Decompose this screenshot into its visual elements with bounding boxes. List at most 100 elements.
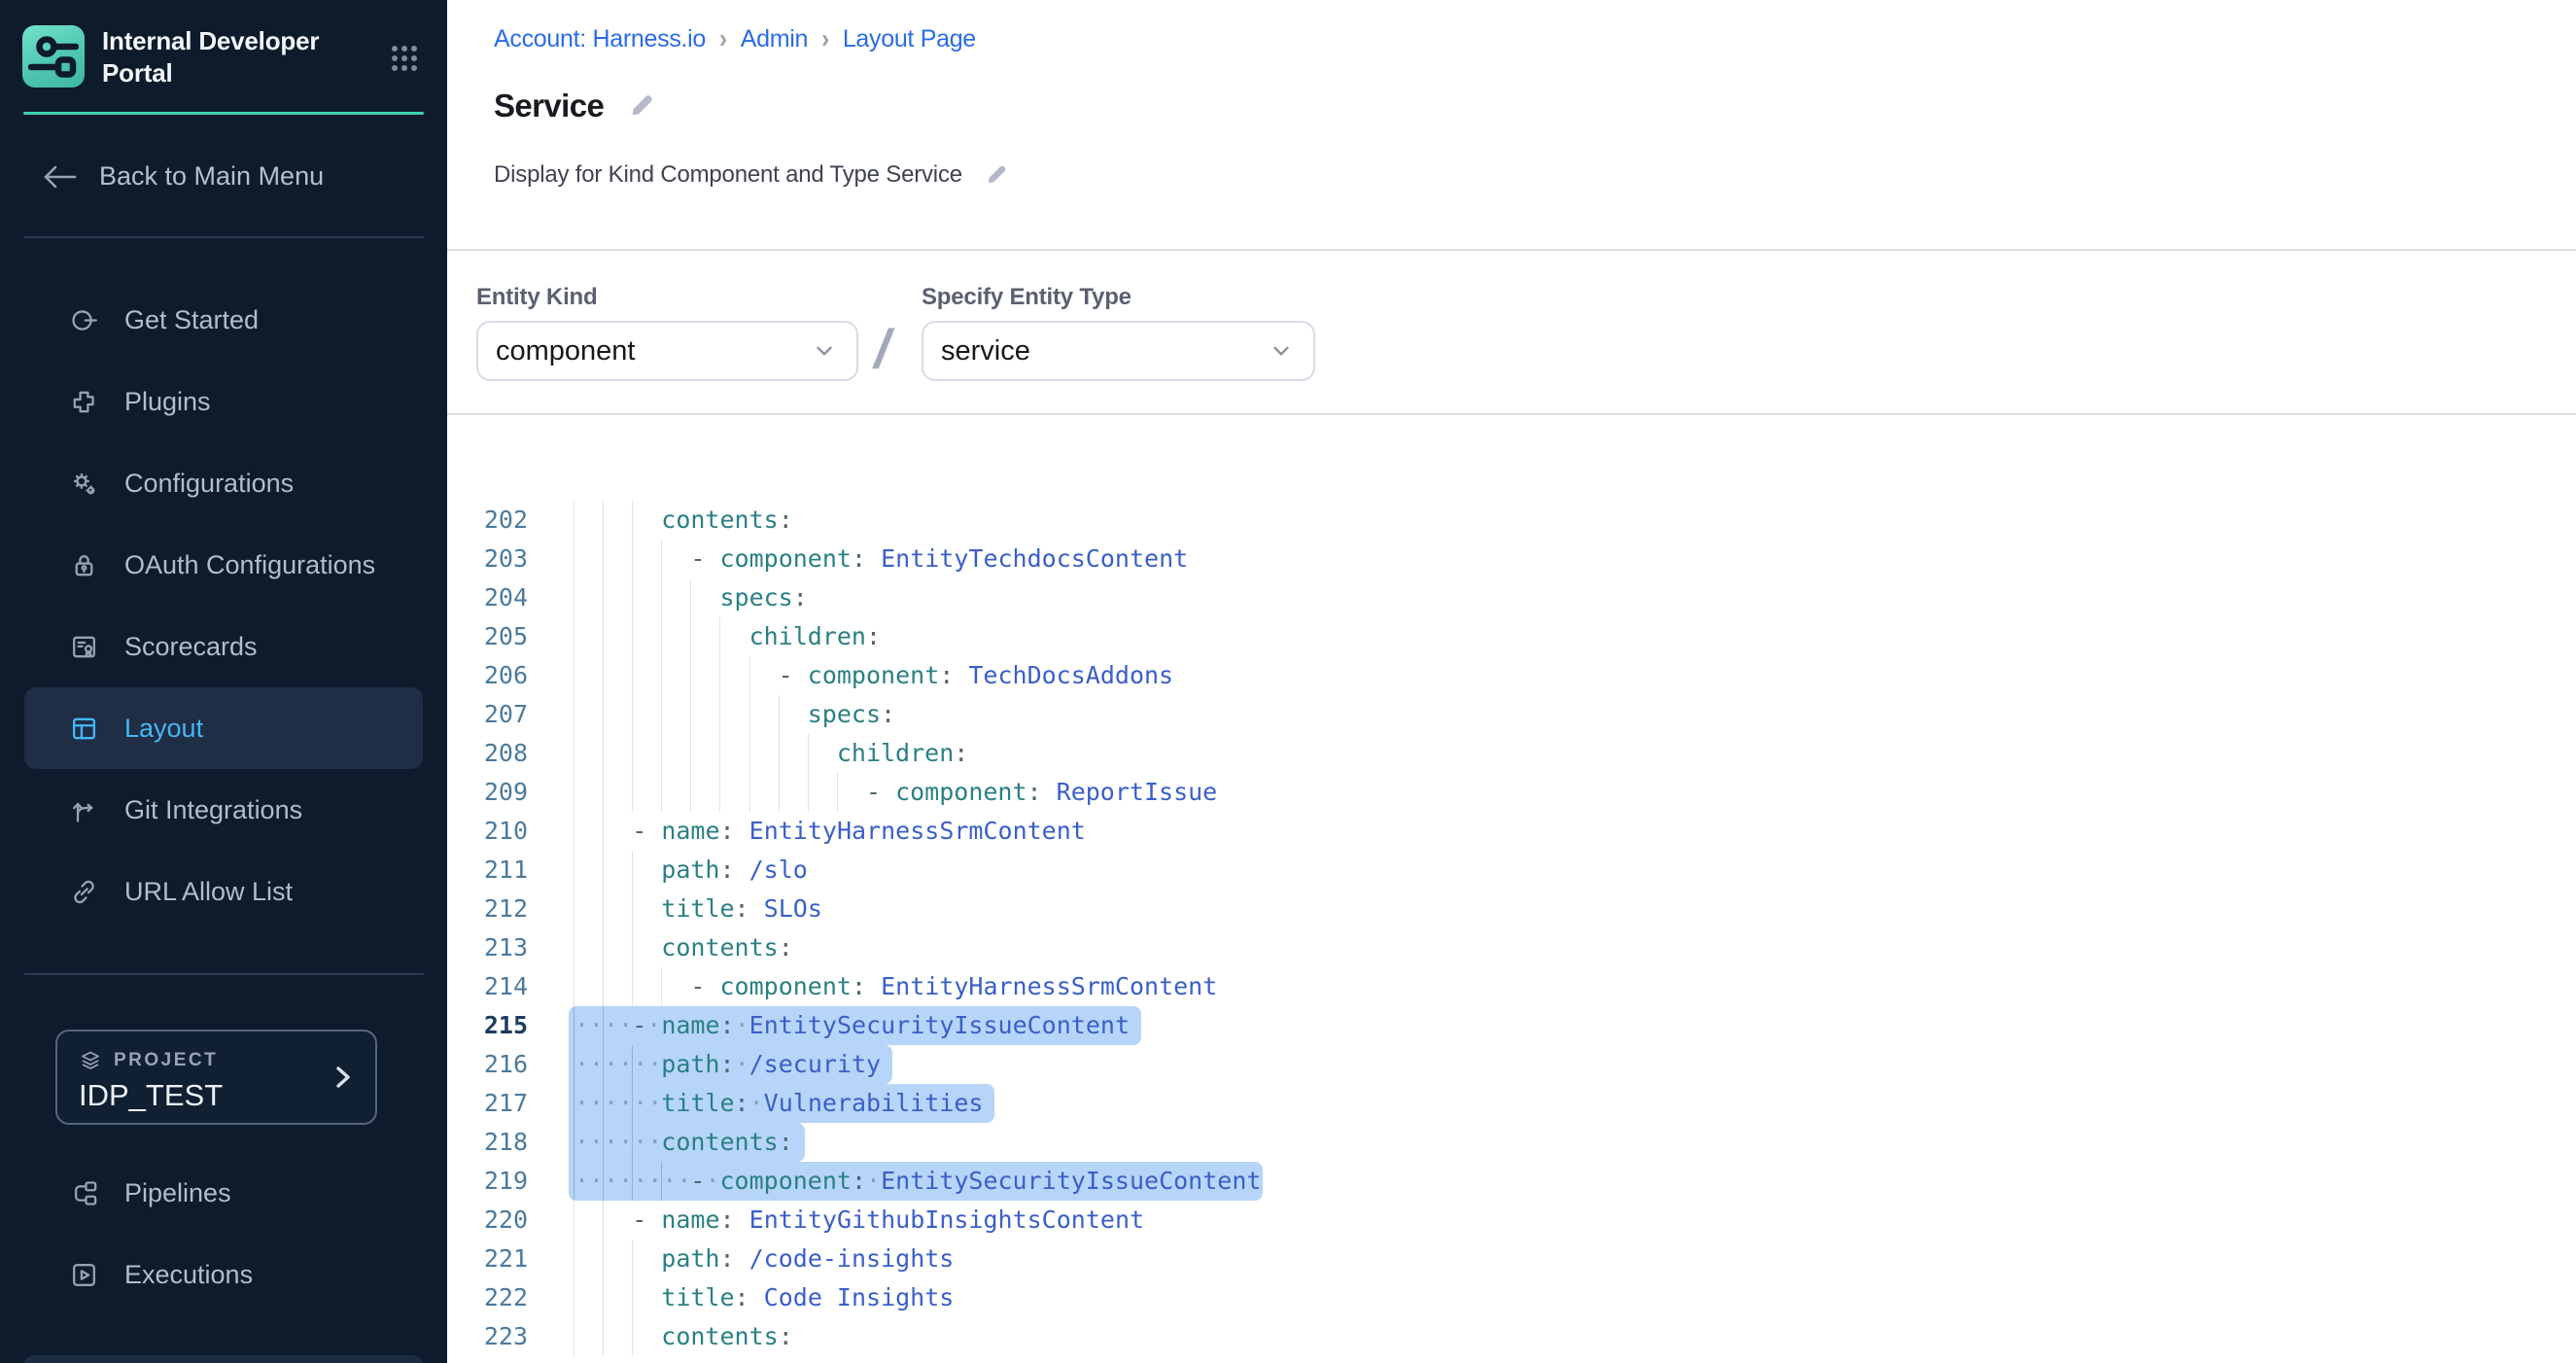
line-number: 210: [447, 812, 528, 851]
code-line[interactable]: 206 - component: TechDocsAddons: [447, 656, 2576, 695]
code-line-text: children:: [574, 617, 881, 656]
entity-kind-value: component: [496, 335, 636, 367]
project-name: IDP_TEST: [79, 1078, 354, 1113]
code-line[interactable]: 222 title: Code Insights: [447, 1278, 2576, 1317]
sidebar-item-label: OAuth Configurations: [124, 550, 375, 580]
line-number: 211: [447, 851, 528, 890]
code-line[interactable]: 213 contents:: [447, 928, 2576, 967]
code-line[interactable]: 218······contents:: [447, 1123, 2576, 1162]
line-number: 215: [447, 1006, 528, 1045]
code-line[interactable]: 216······path:·/security: [447, 1045, 2576, 1084]
sidebar-item-label: URL Allow List: [124, 877, 293, 907]
plugin-icon: [69, 387, 99, 417]
sidebar-header: Internal Developer Portal: [0, 0, 447, 89]
chevron-right-icon: [331, 1063, 356, 1092]
code-line[interactable]: 207 specs:: [447, 695, 2576, 734]
code-line[interactable]: 210 - name: EntityHarnessSrmContent: [447, 812, 2576, 851]
code-line[interactable]: 202 contents:: [447, 501, 2576, 540]
breadcrumb: Account: Harness.io›Admin›Layout Page: [494, 25, 976, 53]
code-line-text: - component: TechDocsAddons: [574, 656, 1173, 695]
entity-type-select[interactable]: service: [922, 321, 1315, 381]
line-number: 212: [447, 890, 528, 928]
layout-icon: [69, 714, 99, 744]
sidebar-footer-edge: [24, 1355, 423, 1363]
line-number: 206: [447, 656, 528, 695]
code-line-text: - component: EntityTechdocsContent: [574, 540, 1188, 578]
flow-sliders-icon: [28, 31, 79, 82]
line-number: 203: [447, 540, 528, 578]
line-number: 222: [447, 1278, 528, 1317]
idp-logo: [22, 25, 85, 87]
code-line[interactable]: 208 children:: [447, 734, 2576, 773]
sidebar-item-label: Scorecards: [124, 632, 258, 662]
code-line-text: children:: [574, 734, 968, 773]
sidebar-item-scorecards[interactable]: Scorecards: [24, 606, 423, 687]
line-number: 202: [447, 501, 528, 540]
entity-kind-select[interactable]: component: [476, 321, 858, 381]
breadcrumb-item[interactable]: Layout Page: [843, 25, 976, 53]
code-line-text: ······contents:: [574, 1123, 793, 1162]
code-line-text: ······title:·Vulnerabilities: [574, 1084, 983, 1123]
code-line[interactable]: 203 - component: EntityTechdocsContent: [447, 540, 2576, 578]
entity-type-value: service: [941, 335, 1030, 367]
scorecard-icon: [69, 632, 99, 662]
branch-icon: [69, 795, 99, 825]
sidebar-item-label: Pipelines: [124, 1178, 231, 1208]
sidebar-item-url-allow-list[interactable]: URL Allow List: [24, 851, 423, 932]
edit-subtitle-pencil-icon[interactable]: [984, 162, 1009, 188]
code-line-text: ········-·component:·EntitySecurityIssue…: [574, 1162, 1261, 1201]
code-line[interactable]: 223 contents:: [447, 1317, 2576, 1356]
code-line[interactable]: 219 ········-·component:·EntitySecurityIs…: [447, 1162, 2576, 1201]
sidebar-item-executions[interactable]: Executions: [24, 1234, 423, 1315]
sidebar-bottom-nav: Pipelines Executions: [0, 1152, 447, 1315]
header-divider: [447, 249, 2576, 251]
code-line-text: - name: EntityHarnessSrmContent: [574, 812, 1086, 851]
code-line[interactable]: 211 path: /slo: [447, 851, 2576, 890]
breadcrumb-item[interactable]: Admin: [741, 25, 808, 53]
stack-icon: [79, 1049, 102, 1072]
code-line[interactable]: 205 children:: [447, 617, 2576, 656]
main-content: Account: Harness.io›Admin›Layout Page Se…: [447, 0, 2576, 1363]
sidebar-item-label: Git Integrations: [124, 795, 302, 825]
edit-title-pencil-icon[interactable]: [627, 91, 656, 121]
code-line[interactable]: 214 - component: EntityHarnessSrmContent: [447, 967, 2576, 1006]
code-line-text: contents:: [574, 928, 793, 967]
code-line[interactable]: 204 specs:: [447, 578, 2576, 617]
code-line-text: ····-·name:·EntitySecurityIssueContent: [574, 1006, 1130, 1045]
sidebar-item-git-integrations[interactable]: Git Integrations: [24, 769, 423, 851]
form-divider: [447, 413, 2576, 415]
chevron-down-icon: [812, 338, 837, 364]
code-line[interactable]: 212 title: SLOs: [447, 890, 2576, 928]
sidebar-divider: [23, 973, 424, 975]
line-number: 221: [447, 1240, 528, 1278]
code-line-text: - component: EntityHarnessSrmContent: [574, 967, 1217, 1006]
sidebar-item-configurations[interactable]: Configurations: [24, 442, 423, 524]
line-number: 220: [447, 1201, 528, 1240]
code-line-text: specs:: [574, 578, 808, 617]
code-line[interactable]: 217 ······title:·Vulnerabilities: [447, 1084, 2576, 1123]
back-to-main-menu[interactable]: Back to Main Menu: [0, 161, 447, 192]
project-selector[interactable]: PROJECT IDP_TEST: [55, 1030, 377, 1125]
line-number: 204: [447, 578, 528, 617]
code-line[interactable]: 215 ····-·name:·EntitySecurityIssueConten…: [447, 1006, 2576, 1045]
code-area[interactable]: 202 contents:203 - component: EntityTech…: [447, 501, 2576, 1363]
sidebar-item-get-started[interactable]: Get Started: [24, 279, 423, 361]
code-line[interactable]: 220 - name: EntityGithubInsightsContent: [447, 1201, 2576, 1240]
sidebar-nav: Get Started PluginsConfigurations OAuth Co…: [0, 279, 447, 932]
line-number: 217: [447, 1084, 528, 1123]
code-line[interactable]: 209 - component: ReportIssue: [447, 773, 2576, 812]
pipelines-icon: [69, 1178, 99, 1208]
line-number: 223: [447, 1317, 528, 1356]
line-number: 219: [447, 1162, 528, 1201]
sidebar-item-label: Get Started: [124, 305, 259, 335]
grid-dots-icon[interactable]: [389, 43, 420, 74]
sidebar-item-pipelines[interactable]: Pipelines: [24, 1152, 423, 1234]
sidebar-item-layout[interactable]: Layout: [24, 687, 423, 769]
code-line[interactable]: 221 path: /code-insights: [447, 1240, 2576, 1278]
sidebar-item-oauth-configurations[interactable]: OAuth Configurations: [24, 524, 423, 606]
breadcrumb-item[interactable]: Account: Harness.io: [494, 25, 706, 53]
sidebar-item-plugins[interactable]: Plugins: [24, 361, 423, 442]
back-arrow-icon: [41, 162, 78, 192]
line-number: 207: [447, 695, 528, 734]
code-line-text: contents:: [574, 501, 793, 540]
